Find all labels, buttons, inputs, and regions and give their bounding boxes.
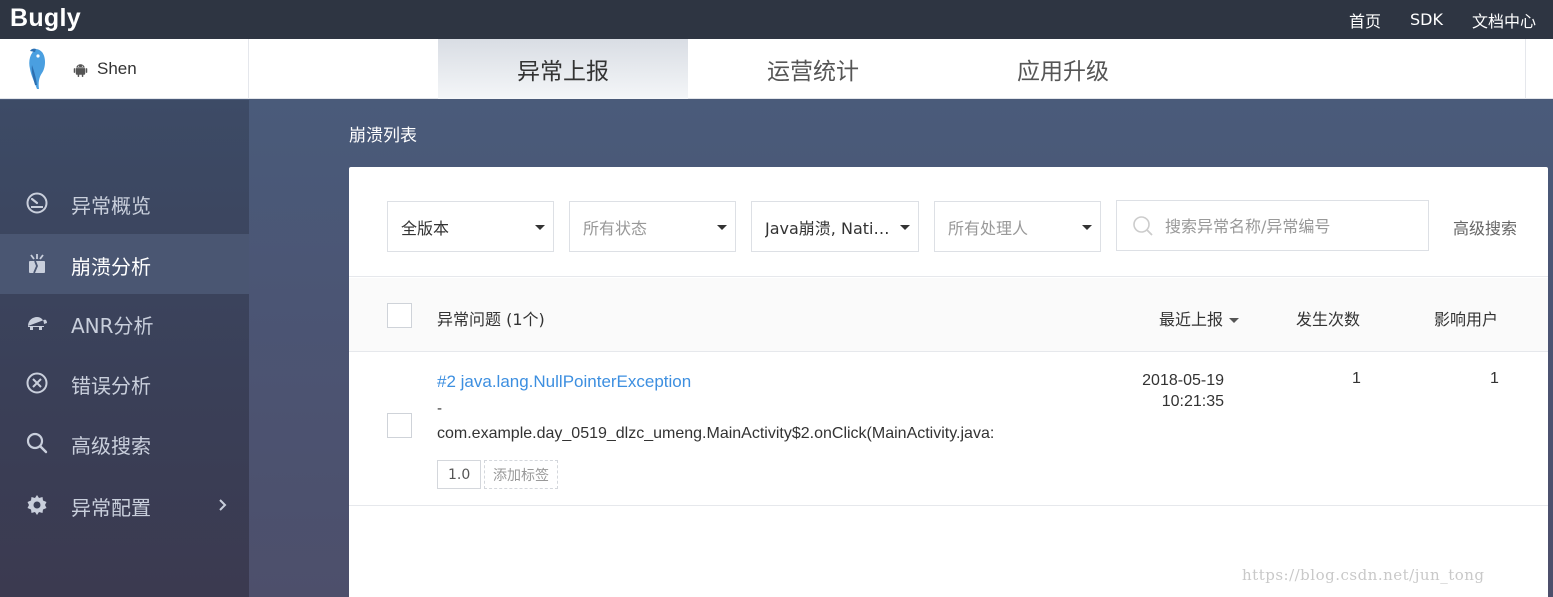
assignee-select-value: 所有处理人	[948, 218, 1029, 238]
table-row: #2 java.lang.NullPointerException - com.…	[349, 353, 1548, 506]
assignee-select[interactable]: 所有处理人	[934, 201, 1101, 252]
caret-down-icon	[900, 225, 910, 230]
table-header: 异常问题 (1个) 最近上报 发生次数 影响用户	[349, 278, 1548, 352]
app-name: Shen	[97, 59, 137, 78]
sidebar-item-config[interactable]: 异常配置	[0, 475, 249, 535]
search-box	[1116, 200, 1429, 251]
search-input[interactable]	[1165, 214, 1415, 238]
version-tag: 1.0	[437, 460, 482, 489]
sidebar-item-errors[interactable]: 错误分析	[0, 353, 249, 413]
sidebar-item-anr[interactable]: ANR分析	[0, 293, 249, 353]
turtle-icon	[28, 317, 47, 330]
last-report-date: 2018-05-19	[1142, 372, 1224, 389]
header-issue: 异常问题 (1个)	[437, 310, 545, 329]
subbar-divider	[1525, 39, 1526, 99]
sidebar-item-label: 异常配置	[71, 496, 151, 520]
sort-caret-icon	[1229, 318, 1240, 323]
sidebar-item-advanced-search[interactable]: 高级搜索	[0, 413, 249, 473]
affected-user-count: 1	[1490, 370, 1499, 387]
bugly-bird-icon	[29, 48, 45, 89]
version-select-value: 全版本	[401, 218, 450, 238]
tab-app-upgrade[interactable]: 应用升级	[938, 39, 1188, 99]
crash-icon	[29, 254, 45, 274]
crash-list-card: 全版本 所有状态 Java崩溃, Native崩溃 所有处理人	[349, 167, 1548, 597]
status-select[interactable]: 所有状态	[569, 201, 736, 252]
caret-down-icon	[717, 225, 727, 230]
header-affected-users: 影响用户	[1434, 310, 1499, 329]
select-all-checkbox[interactable]	[387, 303, 412, 328]
header-last-report-label: 最近上报	[1159, 310, 1224, 329]
module-tabs: 异常上报 运营统计 应用升级	[438, 39, 1188, 99]
caret-down-icon	[1082, 225, 1092, 230]
last-report-time: 2018-05-19 10:21:35	[1127, 370, 1224, 412]
app-switcher[interactable]: Shen	[0, 39, 249, 99]
occurrence-count: 1	[1352, 370, 1361, 387]
sidebar-item-label: ANR分析	[71, 314, 154, 338]
top-bar: Bugly 首页 SDK 文档中心	[0, 0, 1553, 39]
issue-stack-frame: com.example.day_0519_dlzc_umeng.MainActi…	[437, 425, 995, 442]
sub-bar: Shen 异常上报 运营统计 应用升级	[0, 39, 1553, 99]
header-occurrences: 发生次数	[1296, 310, 1361, 329]
search-icon	[26, 432, 48, 454]
sidebar-item-label: 高级搜索	[71, 434, 151, 458]
tab-operations[interactable]: 运营统计	[688, 39, 938, 99]
sidebar-item-crash[interactable]: 崩溃分析	[0, 234, 249, 294]
sidebar-item-label: 错误分析	[71, 374, 151, 398]
android-icon	[73, 64, 88, 78]
error-circle-icon	[26, 372, 48, 394]
page-title: 崩溃列表	[349, 126, 417, 146]
top-nav: 首页 SDK 文档中心	[1349, 0, 1536, 39]
filter-bar: 全版本 所有状态 Java崩溃, Native崩溃 所有处理人	[349, 167, 1548, 277]
main-content: 崩溃列表 全版本 所有状态 Java崩溃, Native崩溃 所有处理人	[249, 100, 1553, 597]
top-link-home[interactable]: 首页	[1349, 8, 1381, 32]
row-checkbox[interactable]	[387, 413, 412, 438]
header-last-report[interactable]: 最近上报	[1159, 306, 1240, 330]
sidebar: 异常概览 崩溃分析 ANR分析 错误分析 高级搜索 异常配置	[0, 100, 249, 597]
issue-separator: -	[437, 401, 443, 417]
version-select[interactable]: 全版本	[387, 201, 554, 252]
top-link-sdk[interactable]: SDK	[1410, 10, 1443, 29]
issue-title-link[interactable]: #2 java.lang.NullPointerException	[437, 372, 691, 392]
add-tag-button[interactable]: 添加标签	[484, 460, 558, 489]
sidebar-item-overview[interactable]: 异常概览	[0, 173, 249, 233]
dashboard-icon	[26, 192, 48, 214]
status-select-value: 所有状态	[583, 218, 648, 238]
chevron-right-icon	[219, 499, 227, 511]
top-link-docs[interactable]: 文档中心	[1472, 8, 1536, 32]
crash-type-select-value: Java崩溃, Native崩溃	[765, 218, 890, 238]
last-report-clock: 10:21:35	[1161, 393, 1224, 410]
brand-logo[interactable]: Bugly	[10, 4, 81, 33]
sidebar-item-label: 异常概览	[71, 194, 151, 218]
tab-crash-report[interactable]: 异常上报	[438, 39, 688, 99]
advanced-search-link[interactable]: 高级搜索	[1453, 215, 1517, 239]
watermark: https://blog.csdn.net/jun_tong	[1242, 566, 1485, 584]
caret-down-icon	[535, 225, 545, 230]
sidebar-item-label: 崩溃分析	[71, 255, 151, 279]
gear-icon	[27, 495, 47, 515]
crash-type-select[interactable]: Java崩溃, Native崩溃	[751, 201, 919, 252]
search-icon	[1133, 216, 1153, 236]
